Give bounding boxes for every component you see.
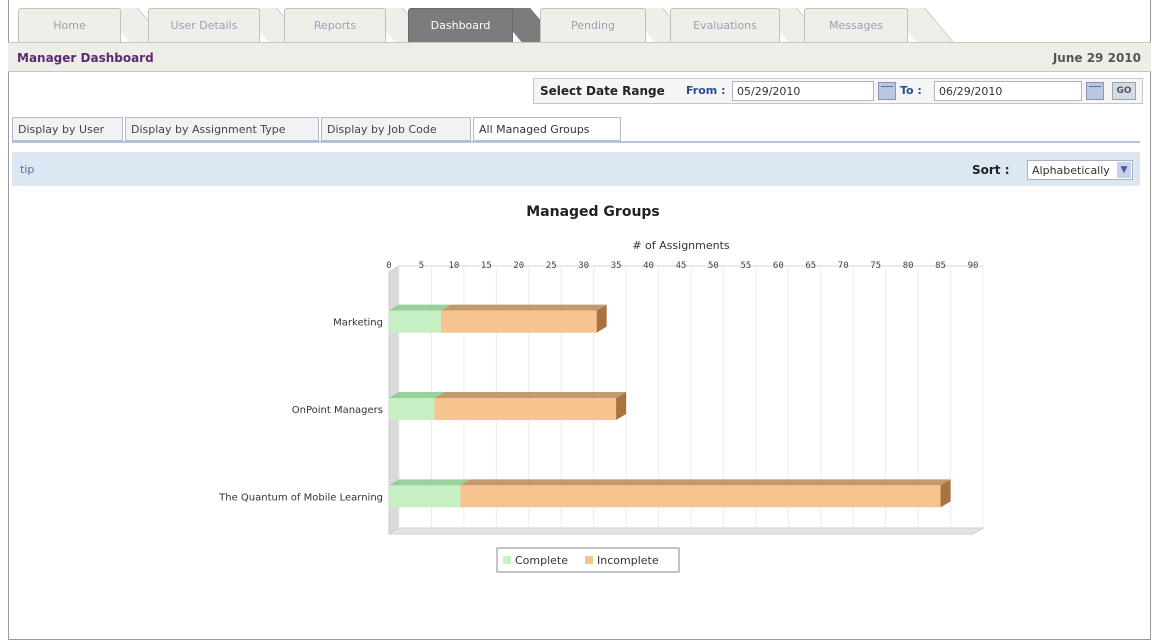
x-tick-label: 80 xyxy=(903,261,914,271)
x-tick-label: 65 xyxy=(805,261,816,271)
x-tick-label: 40 xyxy=(643,261,654,271)
x-tick-label: 70 xyxy=(838,261,849,271)
legend-swatch-complete xyxy=(503,556,511,564)
x-tick-label: 10 xyxy=(448,261,459,271)
bar-top-incomplete xyxy=(434,392,627,398)
legend-label-complete: Complete xyxy=(515,554,568,567)
bar-top-complete xyxy=(389,479,471,486)
category-label: The Quantum of Mobile Learning xyxy=(218,492,383,503)
x-tick-label: 55 xyxy=(740,261,751,271)
bar-top-complete xyxy=(389,304,451,311)
managed-groups-chart: Managed Groups # of Assignments 0 5 10 15 20 25… xyxy=(218,204,985,573)
bar-complete xyxy=(389,398,435,420)
bar-top-incomplete xyxy=(440,304,607,311)
category-label: Marketing xyxy=(333,318,383,329)
floor xyxy=(387,527,985,535)
x-tick-label: 75 xyxy=(870,261,881,271)
x-tick-label: 45 xyxy=(676,261,687,271)
legend-swatch-incomplete xyxy=(585,556,593,564)
bar-complete xyxy=(389,485,461,508)
legend-label-incomplete: Incomplete xyxy=(597,554,659,567)
x-tick-label: 50 xyxy=(708,261,719,271)
bar-complete xyxy=(389,310,441,333)
bar-incomplete xyxy=(440,310,597,333)
x-axis-label: # of Assignments xyxy=(632,239,730,252)
bar-top-incomplete xyxy=(460,479,951,486)
bar-incomplete xyxy=(460,485,941,508)
bar-incomplete xyxy=(434,398,617,420)
x-tick-label: 60 xyxy=(773,261,784,271)
x-tick-label: 5 xyxy=(419,261,424,271)
chart-title: Managed Groups xyxy=(526,204,660,220)
x-tick-label: 15 xyxy=(481,261,492,271)
category-label: OnPoint Managers xyxy=(292,405,383,416)
x-tick-label: 30 xyxy=(578,261,589,271)
x-tick-label: 20 xyxy=(513,261,524,271)
x-tick-label: 35 xyxy=(611,261,622,271)
x-tick-label: 85 xyxy=(935,261,946,271)
x-tick-label: 25 xyxy=(546,261,557,271)
x-tick-label: 90 xyxy=(968,261,979,271)
x-tick-label: 0 xyxy=(386,261,391,271)
